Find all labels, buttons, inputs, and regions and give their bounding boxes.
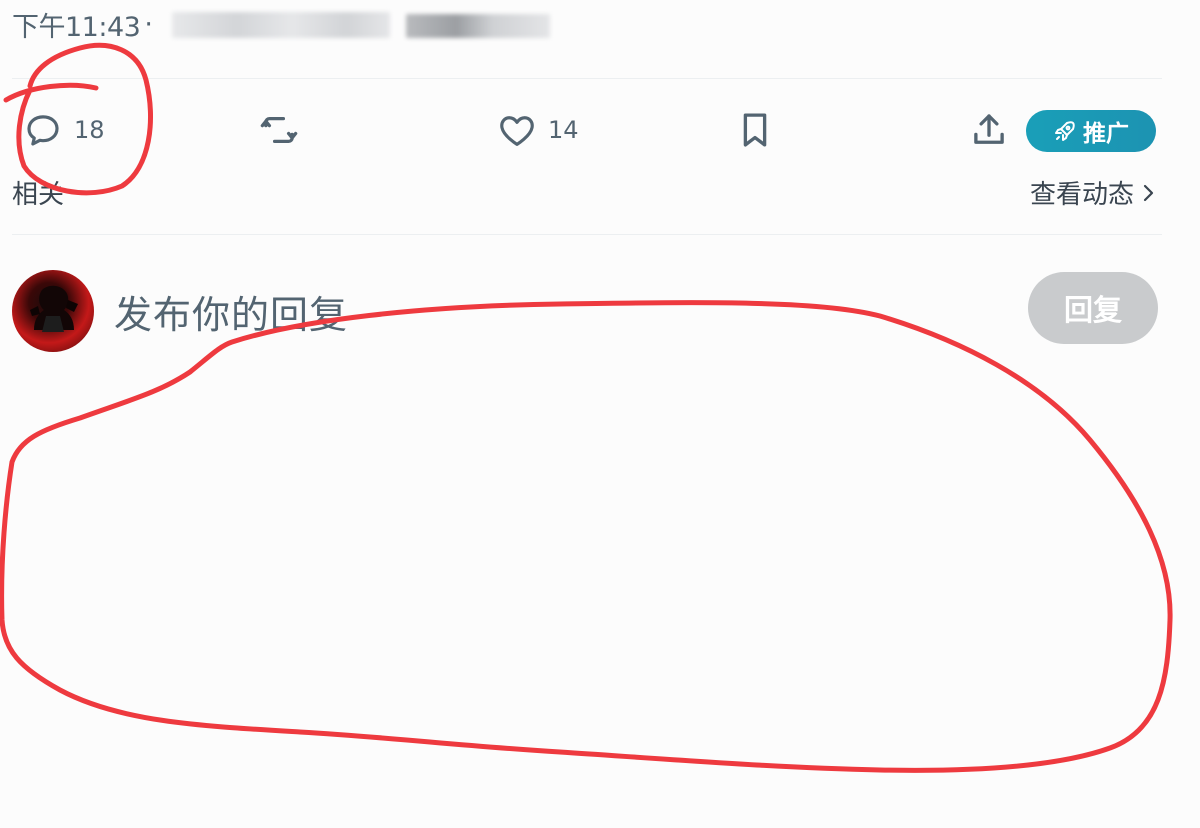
- share-upload-icon: [974, 114, 1004, 144]
- reply-action[interactable]: 18: [22, 108, 105, 152]
- tweet-meta-row: 下午11:43 ·: [12, 5, 153, 44]
- related-label: 相关: [12, 180, 65, 210]
- reply-count: 18: [74, 116, 105, 144]
- heart-icon: [500, 116, 534, 146]
- repost-action[interactable]: [258, 108, 300, 152]
- rocket-icon: [1055, 121, 1075, 141]
- speech-bubble-icon: [27, 115, 59, 146]
- redacted-date-blur: [172, 12, 390, 38]
- divider-top: [12, 78, 1162, 79]
- share-action[interactable]: [968, 108, 1010, 152]
- reply-compose-input[interactable]: 发布你的回复: [114, 284, 348, 339]
- redacted-views-blur: [406, 14, 550, 38]
- meta-separator: ·: [144, 8, 153, 40]
- promote-button[interactable]: 推广: [1026, 110, 1156, 152]
- red-annotation-marks: [0, 42, 1173, 773]
- divider-bottom: [12, 234, 1162, 235]
- annotation-loop-large: [0, 300, 1173, 773]
- like-action[interactable]: 14: [496, 108, 579, 152]
- promote-label: 推广: [1083, 121, 1129, 147]
- avatar-image: [30, 285, 78, 332]
- tweet-timestamp[interactable]: 下午11:43: [12, 5, 141, 44]
- view-activity-label: 查看动态: [1029, 180, 1134, 210]
- reply-button[interactable]: 回复: [1028, 272, 1158, 344]
- bookmark-action[interactable]: [734, 108, 776, 152]
- like-count: 14: [548, 116, 579, 144]
- chevron-right-icon: [1143, 184, 1154, 201]
- avatar[interactable]: [12, 270, 94, 352]
- view-activity-link[interactable]: 查看动态: [1030, 174, 1158, 211]
- repost-icon: [260, 116, 298, 144]
- bookmark-icon: [743, 113, 767, 147]
